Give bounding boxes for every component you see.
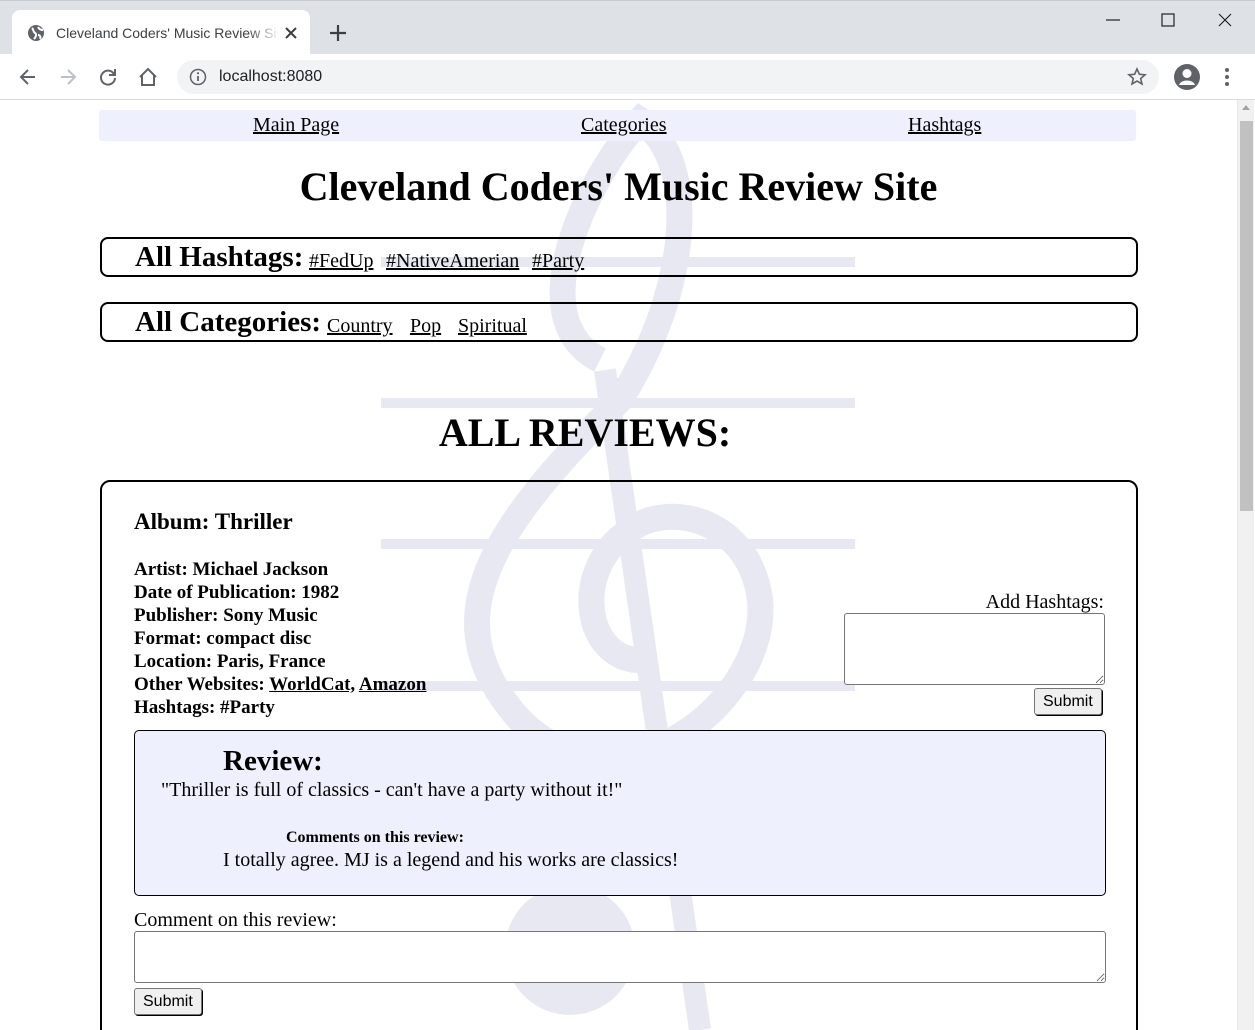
page-content: Main Page Categories Hashtags Cleveland … xyxy=(0,100,1237,1030)
date-line: Date of Publication: 1982 xyxy=(134,582,340,603)
star-icon[interactable] xyxy=(1127,67,1147,87)
browser-toolbar: localhost:8080 xyxy=(0,54,1255,100)
scrollbar-thumb[interactable] xyxy=(1240,121,1253,511)
review-label: Review: xyxy=(223,745,323,777)
nav-link-main-page[interactable]: Main Page xyxy=(253,114,339,137)
category-link[interactable]: Country xyxy=(327,314,393,338)
hashtag-link[interactable]: #NativeAmerian xyxy=(386,249,519,273)
back-icon[interactable] xyxy=(17,66,39,88)
format-line: Format: compact disc xyxy=(134,628,312,649)
maximize-icon[interactable] xyxy=(1156,9,1180,33)
reload-icon[interactable] xyxy=(97,66,119,88)
add-hashtags-label: Add Hashtags: xyxy=(985,591,1104,613)
comment-submit-button[interactable]: Submit xyxy=(134,988,202,1015)
category-link[interactable]: Spiritual xyxy=(458,314,527,338)
profile-icon[interactable] xyxy=(1173,63,1201,91)
comment-input[interactable] xyxy=(134,931,1106,983)
hashtag-link[interactable]: #Party xyxy=(532,249,584,273)
other-websites-line: Other Websites: WorldCat, Amazon xyxy=(134,673,426,696)
browser-titlebar: Cleveland Coders' Music Review Site xyxy=(0,0,1255,55)
location-line: Location: Paris, France xyxy=(134,651,326,672)
tab-title: Cleveland Coders' Music Review Site xyxy=(56,25,278,41)
plus-icon[interactable] xyxy=(328,23,348,43)
review-panel: Review: "Thriller is full of classics - … xyxy=(134,730,1106,896)
review-card: Album: Thriller Artist: Michael Jackson … xyxy=(100,480,1138,1030)
browser-tab[interactable]: Cleveland Coders' Music Review Site xyxy=(12,10,310,55)
minimize-icon[interactable] xyxy=(1101,9,1125,33)
vertical-scrollbar[interactable] xyxy=(1237,100,1254,1030)
globe-icon xyxy=(27,24,45,42)
close-window-icon[interactable] xyxy=(1213,9,1237,33)
review-text: "Thriller is full of classics - can't ha… xyxy=(161,779,623,801)
hashtag-link[interactable]: #FedUp xyxy=(309,249,373,273)
all-hashtags-label: All Hashtags: xyxy=(135,241,304,273)
comment-text: I totally agree. MJ is a legend and his … xyxy=(223,849,679,871)
menu-icon[interactable] xyxy=(1217,65,1237,89)
forward-icon[interactable] xyxy=(57,66,79,88)
add-hashtags-submit-button[interactable]: Submit xyxy=(1034,688,1102,715)
worldcat-link[interactable]: WorldCat, xyxy=(269,674,355,695)
all-hashtags-box: All Hashtags: #FedUp #NativeAmerian #Par… xyxy=(100,237,1138,277)
reviews-heading: ALL REVIEWS: xyxy=(438,410,732,455)
other-websites-label: Other Websites: xyxy=(134,674,265,695)
site-title: Cleveland Coders' Music Review Site xyxy=(299,164,938,209)
artist-line: Artist: Michael Jackson xyxy=(134,559,329,580)
nav-link-categories[interactable]: Categories xyxy=(581,114,667,137)
category-link[interactable]: Pop xyxy=(410,314,441,338)
nav-link-hashtags[interactable]: Hashtags xyxy=(908,114,981,137)
info-icon[interactable] xyxy=(189,68,207,86)
hashtags-line: Hashtags: #Party xyxy=(134,697,275,718)
all-categories-box: All Categories: Country Pop Spiritual xyxy=(100,302,1138,342)
add-hashtags-input[interactable] xyxy=(844,613,1105,685)
url-text[interactable]: localhost:8080 xyxy=(219,67,322,87)
album-title: Album: Thriller xyxy=(134,509,293,534)
top-navigation: Main Page Categories Hashtags xyxy=(99,110,1136,141)
tab-title-fade xyxy=(248,23,280,43)
all-categories-label: All Categories: xyxy=(135,306,322,338)
address-bar[interactable]: localhost:8080 xyxy=(177,60,1159,94)
comment-input-label: Comment on this review: xyxy=(134,909,337,931)
close-icon[interactable] xyxy=(282,24,300,42)
publisher-line: Publisher: Sony Music xyxy=(134,605,318,626)
home-icon[interactable] xyxy=(137,66,159,88)
page-viewport: Main Page Categories Hashtags Cleveland … xyxy=(0,100,1255,1030)
comments-label: Comments on this review: xyxy=(286,829,464,846)
scroll-up-icon[interactable] xyxy=(1242,105,1250,110)
amazon-link[interactable]: Amazon xyxy=(359,674,427,695)
